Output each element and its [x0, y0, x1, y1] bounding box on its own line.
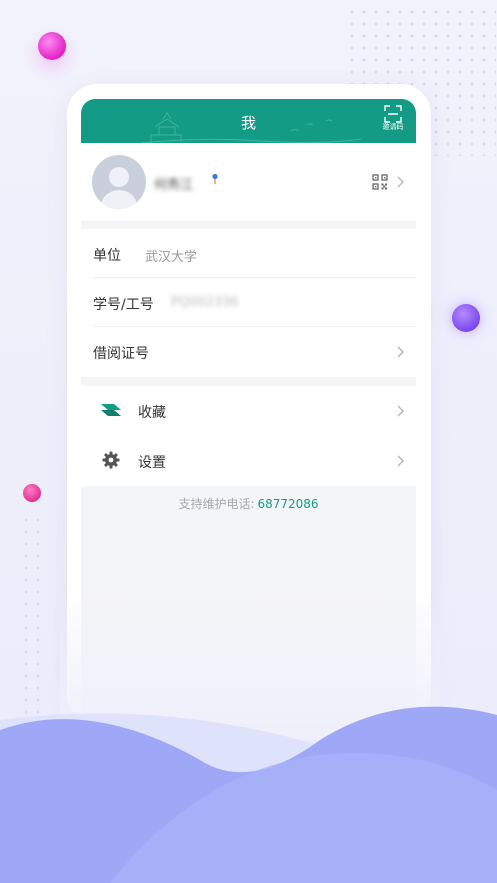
app-header: 我 邀请码 — [81, 99, 416, 143]
chevron-right-icon — [397, 455, 404, 467]
menu-item-favorites[interactable]: 收藏 — [81, 386, 416, 436]
avatar[interactable] — [92, 155, 146, 209]
scan-icon — [384, 105, 402, 123]
menu-card: 收藏 设置 — [81, 386, 416, 486]
chevron-right-icon — [397, 346, 404, 358]
magenta-bubble-decoration — [23, 484, 41, 502]
info-row-label: 单位 — [93, 248, 121, 264]
profile-card[interactable]: 何秀江 — [81, 143, 416, 221]
invite-code-button[interactable]: 邀请码 — [378, 105, 408, 132]
gear-icon — [102, 451, 120, 469]
menu-item-label: 设置 — [138, 455, 166, 471]
invite-code-label: 邀请码 — [382, 123, 404, 131]
qr-code-icon[interactable] — [372, 174, 388, 190]
bookmark-stack-icon — [101, 404, 121, 416]
student-id-value: PQ002336 — [171, 295, 239, 310]
info-row-student-id: 学号/工号 PQ002336 — [81, 278, 416, 327]
account-info-card: 单位 武汉大学 学号/工号 PQ002336 借阅证号 — [81, 229, 416, 377]
info-row-label: 学号/工号 — [93, 297, 154, 313]
page-title: 我 — [240, 114, 256, 132]
chevron-right-icon — [397, 405, 404, 417]
support-label: 支持维护电话: — [178, 497, 255, 511]
dot-grid-decoration — [20, 514, 46, 714]
default-avatar-icon — [100, 167, 138, 209]
gender-icon — [212, 173, 218, 184]
support-hotline: 支持维护电话: 68772086 — [81, 495, 416, 512]
support-phone-link[interactable]: 68772086 — [257, 497, 318, 511]
purple-bubble-decoration — [452, 304, 480, 332]
info-row-unit: 单位 武汉大学 — [81, 229, 416, 278]
user-name: 何秀江 — [154, 178, 194, 193]
pink-bubble-decoration — [38, 32, 66, 60]
wave-decoration — [0, 706, 497, 883]
unit-value: 武汉大学 — [145, 250, 198, 265]
chevron-right-icon — [397, 176, 404, 188]
info-row-library-card[interactable]: 借阅证号 — [81, 327, 416, 376]
info-row-label: 借阅证号 — [93, 346, 149, 362]
menu-item-settings[interactable]: 设置 — [81, 436, 416, 486]
menu-item-label: 收藏 — [138, 405, 166, 421]
